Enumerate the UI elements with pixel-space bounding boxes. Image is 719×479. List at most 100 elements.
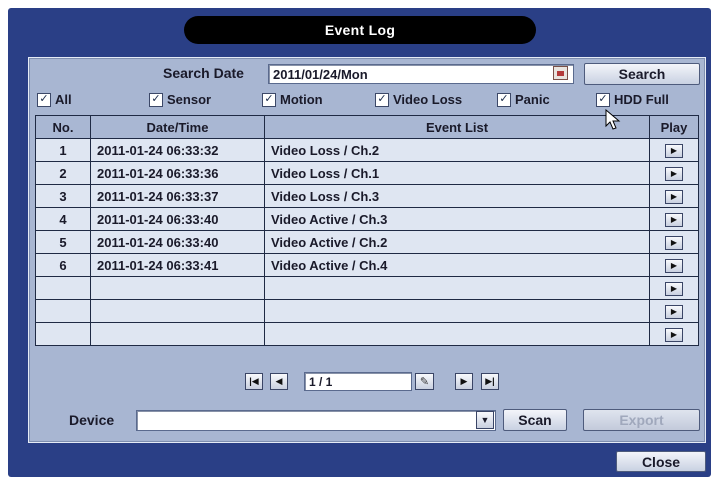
cell-event: Video Active / Ch.3 xyxy=(264,207,650,231)
window-title: Event Log xyxy=(184,16,536,44)
cell-datetime xyxy=(90,276,265,300)
checkbox-check-icon: ✓ xyxy=(37,92,51,107)
first-page-button[interactable]: |◀ xyxy=(245,373,263,390)
scan-button[interactable]: Scan xyxy=(503,409,567,431)
cell-event xyxy=(264,322,650,346)
filter-panic-checkbox[interactable]: ✓ Panic xyxy=(497,92,550,107)
cell-no: 6 xyxy=(35,253,91,277)
cell-datetime xyxy=(90,299,265,323)
cell-event: Video Loss / Ch.2 xyxy=(264,138,650,162)
checkbox-check-icon: ✓ xyxy=(262,92,276,107)
cell-no xyxy=(35,299,91,323)
cell-play: ▶ xyxy=(649,276,699,300)
mouse-cursor-icon xyxy=(605,109,621,130)
cell-event: Video Active / Ch.2 xyxy=(264,230,650,254)
table-row[interactable]: 3 2011-01-24 06:33:37 Video Loss / Ch.3 ▶ xyxy=(35,184,699,208)
event-table: No. Date/Time Event List Play 1 2011-01-2… xyxy=(35,115,699,346)
cell-event: Video Active / Ch.4 xyxy=(264,253,650,277)
filter-sensor-checkbox[interactable]: ✓ Sensor xyxy=(149,92,211,107)
play-icon[interactable]: ▶ xyxy=(665,304,683,319)
cell-event: Video Loss / Ch.1 xyxy=(264,161,650,185)
cell-no: 2 xyxy=(35,161,91,185)
search-button[interactable]: Search xyxy=(584,63,700,85)
prev-page-button[interactable]: ◀ xyxy=(270,373,288,390)
cell-no xyxy=(35,276,91,300)
cell-datetime: 2011-01-24 06:33:40 xyxy=(90,207,265,231)
cell-no: 3 xyxy=(35,184,91,208)
play-icon[interactable]: ▶ xyxy=(665,143,683,158)
page-indicator: 1 / 1 xyxy=(309,374,333,389)
dropdown-arrow-icon[interactable]: ▼ xyxy=(476,411,494,429)
table-header-row: No. Date/Time Event List Play xyxy=(35,115,699,139)
cell-play: ▶ xyxy=(649,230,699,254)
cell-datetime: 2011-01-24 06:33:32 xyxy=(90,138,265,162)
cell-no: 4 xyxy=(35,207,91,231)
cell-play: ▶ xyxy=(649,299,699,323)
checkbox-check-icon: ✓ xyxy=(375,92,389,107)
play-icon[interactable]: ▶ xyxy=(665,258,683,273)
cell-play: ▶ xyxy=(649,184,699,208)
checkbox-check-icon: ✓ xyxy=(497,92,511,107)
checkbox-check-icon: ✓ xyxy=(596,92,610,107)
filter-label: All xyxy=(55,92,72,107)
table-row[interactable]: 6 2011-01-24 06:33:41 Video Active / Ch.4 ▶ xyxy=(35,253,699,277)
last-page-icon: ▶| xyxy=(485,376,495,386)
filter-hdd-full-checkbox[interactable]: ✓ HDD Full xyxy=(596,92,669,107)
filter-video-loss-checkbox[interactable]: ✓ Video Loss xyxy=(375,92,462,107)
cell-play: ▶ xyxy=(649,138,699,162)
calendar-icon[interactable] xyxy=(553,66,568,80)
cell-datetime xyxy=(90,322,265,346)
last-page-button[interactable]: ▶| xyxy=(481,373,499,390)
search-date-input[interactable]: 2011/01/24/Mon xyxy=(268,64,574,84)
table-row[interactable]: ▶ xyxy=(35,276,699,300)
search-date-label: Search Date xyxy=(163,65,244,81)
play-icon[interactable]: ▶ xyxy=(665,281,683,296)
export-button[interactable]: Export xyxy=(583,409,700,431)
filter-label: HDD Full xyxy=(614,92,669,107)
table-row[interactable]: 1 2011-01-24 06:33:32 Video Loss / Ch.2 ▶ xyxy=(35,138,699,162)
table-row[interactable]: ▶ xyxy=(35,322,699,346)
pencil-icon[interactable]: ✎ xyxy=(415,373,434,390)
play-icon[interactable]: ▶ xyxy=(665,166,683,181)
search-date-value: 2011/01/24/Mon xyxy=(273,66,368,82)
device-label: Device xyxy=(69,412,115,428)
header-play: Play xyxy=(649,115,699,139)
cell-play: ▶ xyxy=(649,207,699,231)
cell-play: ▶ xyxy=(649,322,699,346)
table-row[interactable]: ▶ xyxy=(35,299,699,323)
table-row[interactable]: 5 2011-01-24 06:33:40 Video Active / Ch.2 ▶ xyxy=(35,230,699,254)
first-page-icon: |◀ xyxy=(249,376,259,386)
table-row[interactable]: 4 2011-01-24 06:33:40 Video Active / Ch.3 ▶ xyxy=(35,207,699,231)
play-icon[interactable]: ▶ xyxy=(665,327,683,342)
filter-label: Sensor xyxy=(167,92,212,107)
header-event-list: Event List xyxy=(264,115,650,139)
cell-datetime: 2011-01-24 06:33:40 xyxy=(90,230,265,254)
cell-play: ▶ xyxy=(649,253,699,277)
play-icon[interactable]: ▶ xyxy=(665,189,683,204)
next-page-button[interactable]: ▶ xyxy=(455,373,473,390)
header-no: No. xyxy=(35,115,91,139)
cell-event: Video Loss / Ch.3 xyxy=(264,184,650,208)
cell-play: ▶ xyxy=(649,161,699,185)
table-row[interactable]: 2 2011-01-24 06:33:36 Video Loss / Ch.1 ▶ xyxy=(35,161,699,185)
cell-datetime: 2011-01-24 06:33:36 xyxy=(90,161,265,185)
page-indicator-field[interactable]: 1 / 1 xyxy=(304,372,412,391)
filter-motion-checkbox[interactable]: ✓ Motion xyxy=(262,92,323,107)
filter-all-checkbox[interactable]: ✓ All xyxy=(37,92,72,107)
filter-label: Panic xyxy=(515,92,550,107)
header-datetime: Date/Time xyxy=(90,115,265,139)
cell-no: 1 xyxy=(35,138,91,162)
cell-event xyxy=(264,299,650,323)
filter-label: Motion xyxy=(280,92,323,107)
cell-no: 5 xyxy=(35,230,91,254)
play-icon[interactable]: ▶ xyxy=(665,235,683,250)
filter-label: Video Loss xyxy=(393,92,463,107)
play-icon[interactable]: ▶ xyxy=(665,212,683,227)
device-select[interactable] xyxy=(136,410,496,431)
cell-datetime: 2011-01-24 06:33:41 xyxy=(90,253,265,277)
close-button[interactable]: Close xyxy=(616,451,706,472)
next-page-icon: ▶ xyxy=(460,376,468,386)
prev-page-icon: ◀ xyxy=(275,376,283,386)
checkbox-check-icon: ✓ xyxy=(149,92,163,107)
cell-datetime: 2011-01-24 06:33:37 xyxy=(90,184,265,208)
